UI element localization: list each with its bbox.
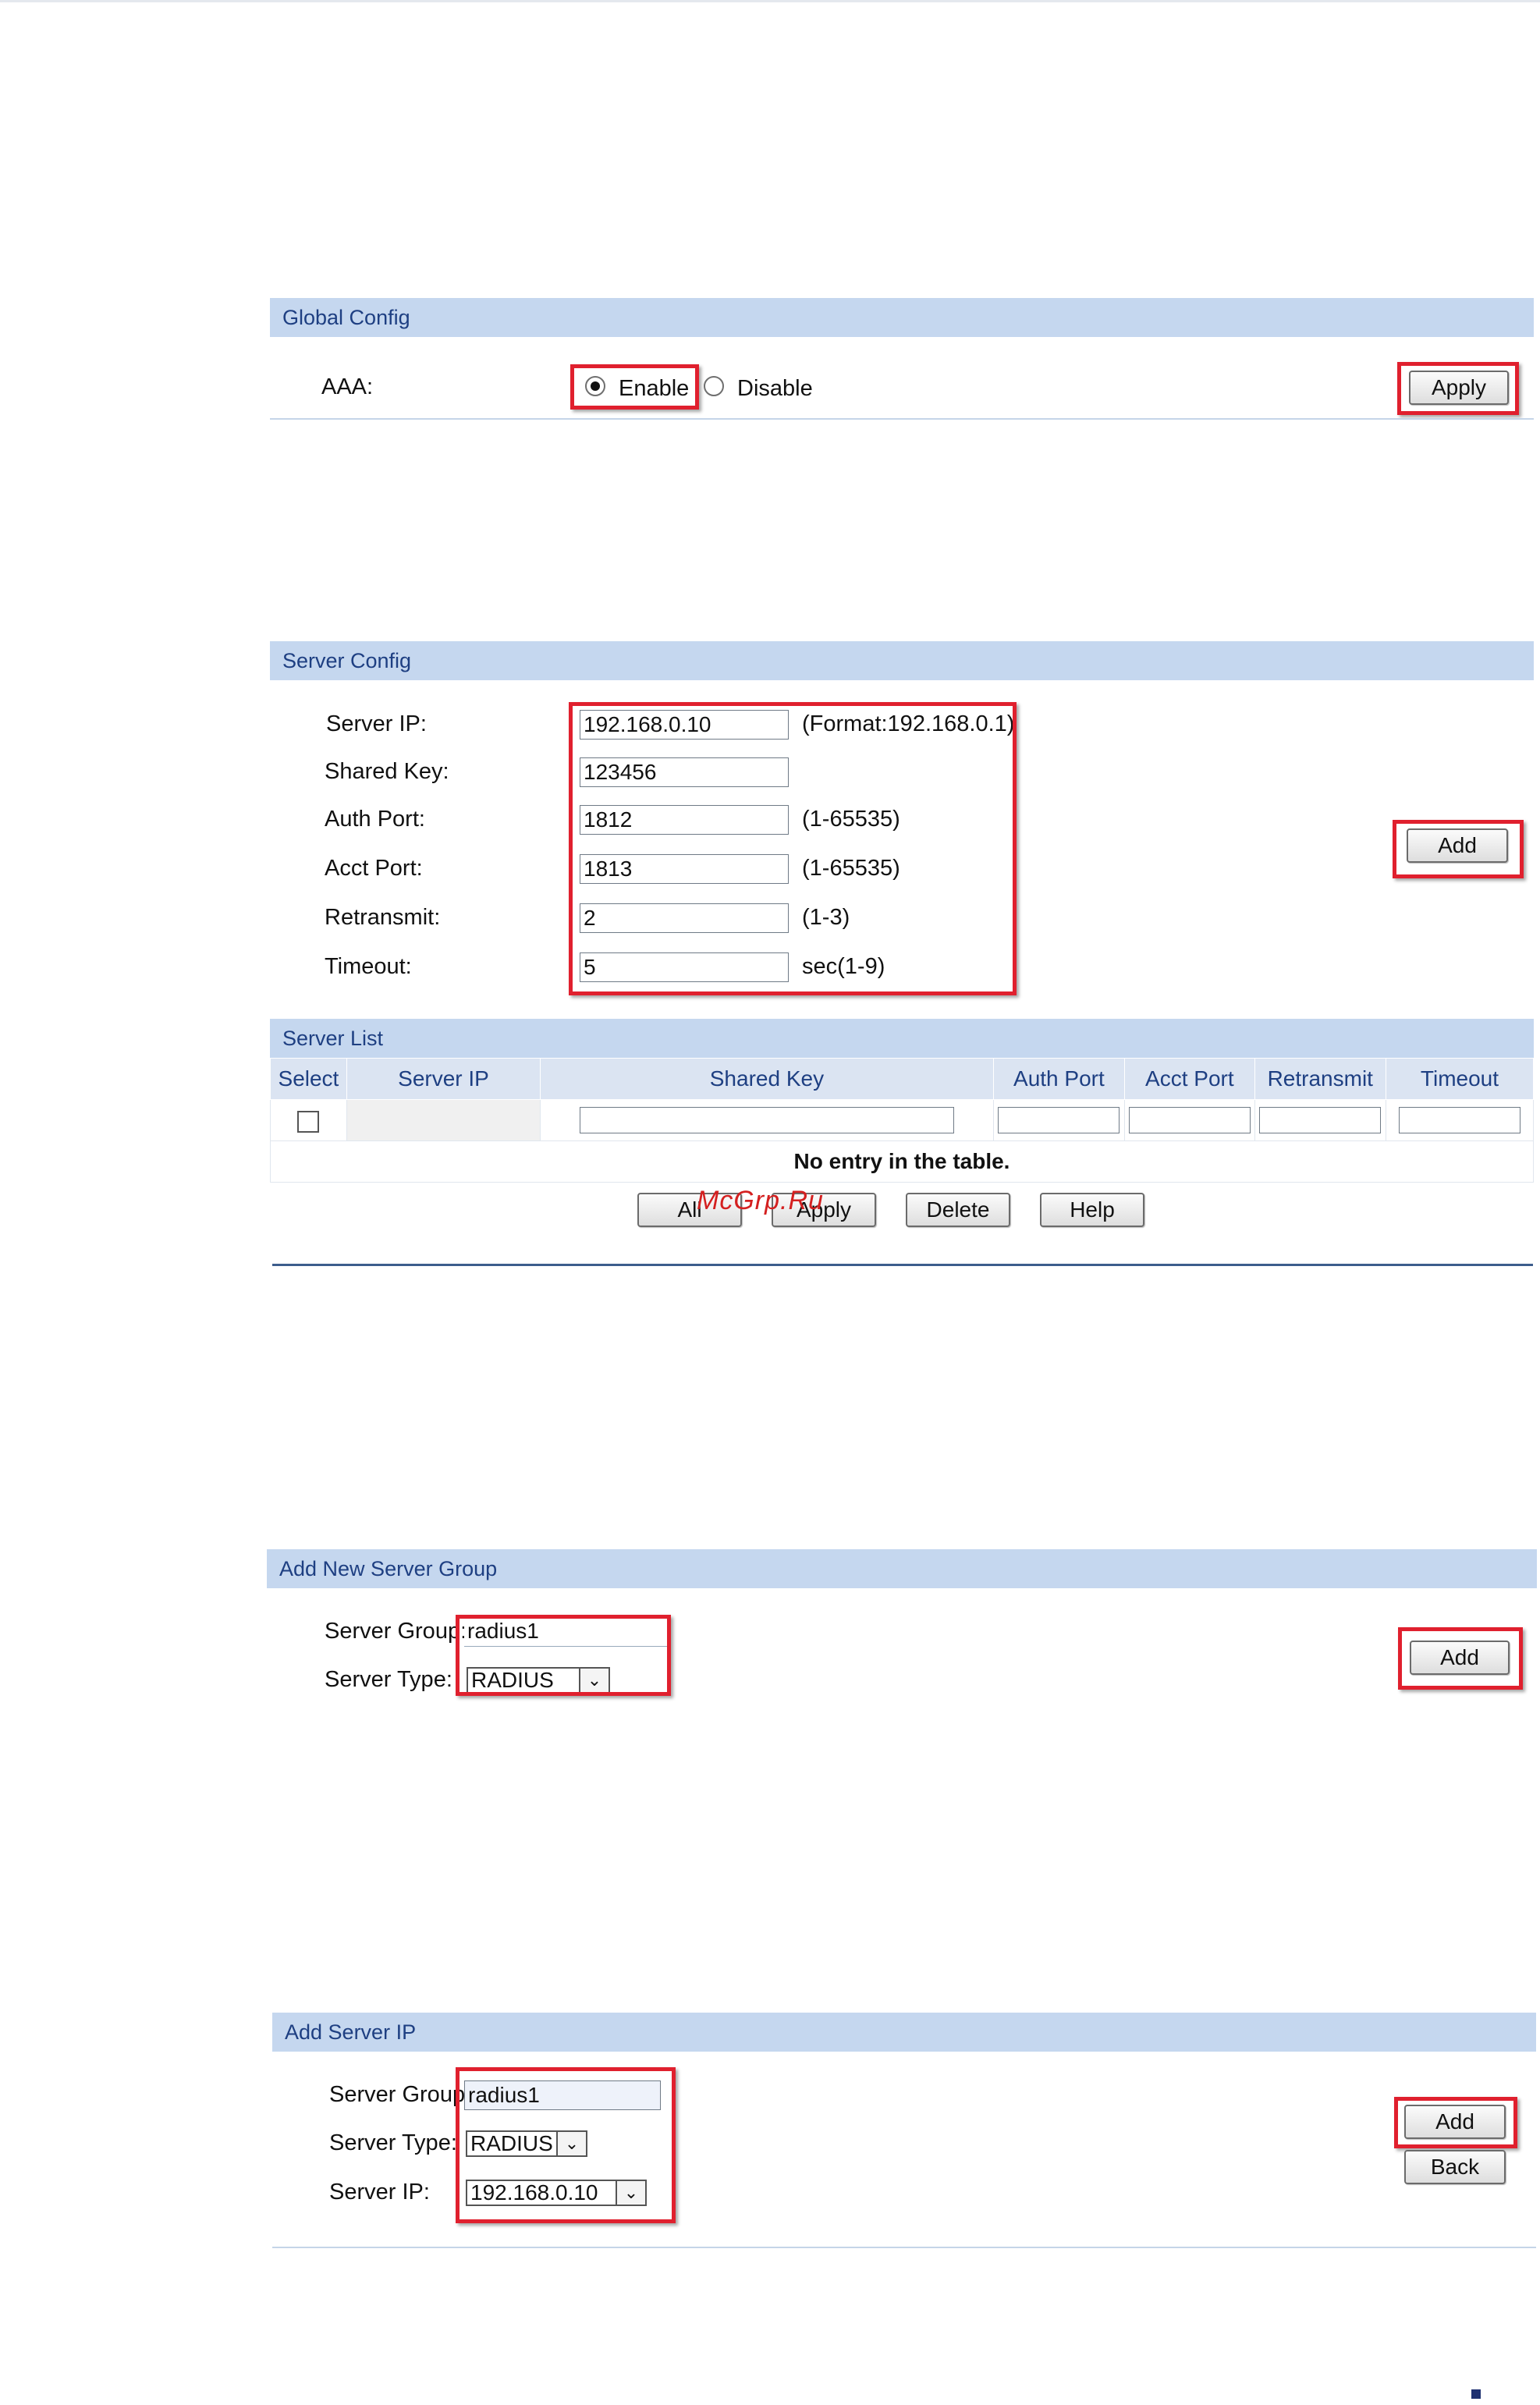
acct-port-label: Acct Port: [325,856,423,881]
add-server-ip-header: Add Server IP [272,2013,1536,2052]
timeout-filter-cell [1385,1099,1535,1141]
watermark: McGrp.Ru [697,1186,824,1215]
auth-port-filter-input[interactable] [998,1107,1120,1133]
empty-table-message: No entry in the table. [270,1140,1534,1183]
column-header-select: Select [270,1058,347,1100]
server-ip-label: Server IP: [326,711,427,736]
highlight-box [569,702,1017,995]
retransmit-filter-cell [1254,1099,1386,1141]
server-type-label: Server Type: [329,2130,457,2155]
server-type-label: Server Type: [325,1667,452,1692]
global-config-header: Global Config [270,298,1534,337]
server-ip-filter-cell [346,1099,541,1141]
auth-port-filter-cell [992,1099,1126,1141]
delete-button[interactable]: Delete [906,1193,1010,1227]
top-border [0,0,1540,2]
column-header-server-ip: Server IP [346,1058,541,1100]
highlight-box [456,2067,676,2223]
retransmit-filter-input[interactable] [1259,1107,1382,1133]
column-header-timeout: Timeout [1385,1058,1535,1100]
retransmit-label: Retransmit: [325,905,441,930]
disable-radio[interactable] [704,376,724,396]
acct-port-filter-input[interactable] [1128,1107,1251,1133]
highlight-box [1393,820,1524,878]
timeout-label: Timeout: [325,954,412,979]
aaa-label: AAA: [321,374,374,399]
highlight-box [456,1615,671,1696]
timeout-filter-input[interactable] [1398,1107,1520,1133]
shared-key-filter-input[interactable] [579,1107,954,1133]
highlight-box [1394,2097,1517,2148]
section-divider [272,1264,1533,1266]
server-ip-label: Server IP: [329,2180,430,2205]
select-cell [270,1099,347,1141]
column-header-acct-port: Acct Port [1124,1058,1255,1100]
divider [272,2247,1536,2248]
auth-port-label: Auth Port: [325,807,425,832]
server-list-header: Server List [270,1019,1534,1058]
page-marker [1471,2389,1481,2399]
highlight-box [1397,362,1519,415]
acct-port-filter-cell [1124,1099,1255,1141]
highlight-box [1398,1627,1523,1690]
help-button[interactable]: Help [1040,1193,1144,1227]
table-header-row: Select Server IP Shared Key Auth Port Ac… [270,1058,1535,1100]
column-header-auth-port: Auth Port [992,1058,1126,1100]
server-config-header: Server Config [270,641,1534,680]
table-empty-row: No entry in the table. [270,1140,1534,1183]
shared-key-filter-cell [540,1099,994,1141]
server-group-label: Server Group: [325,1619,467,1644]
back-button[interactable]: Back [1404,2150,1506,2184]
column-header-shared-key: Shared Key [540,1058,994,1100]
highlight-box [570,364,699,410]
shared-key-label: Shared Key: [325,759,449,784]
table-filter-row [270,1099,1535,1141]
column-header-retransmit: Retransmit [1254,1058,1386,1100]
select-all-checkbox[interactable] [297,1110,320,1133]
server-group-label: Server Group: [329,2082,472,2107]
divider [270,418,1534,420]
add-new-server-group-header: Add New Server Group [267,1549,1537,1588]
disable-label[interactable]: Disable [737,373,813,404]
server-list-table: Select Server IP Shared Key Auth Port Ac… [270,1058,1535,1183]
